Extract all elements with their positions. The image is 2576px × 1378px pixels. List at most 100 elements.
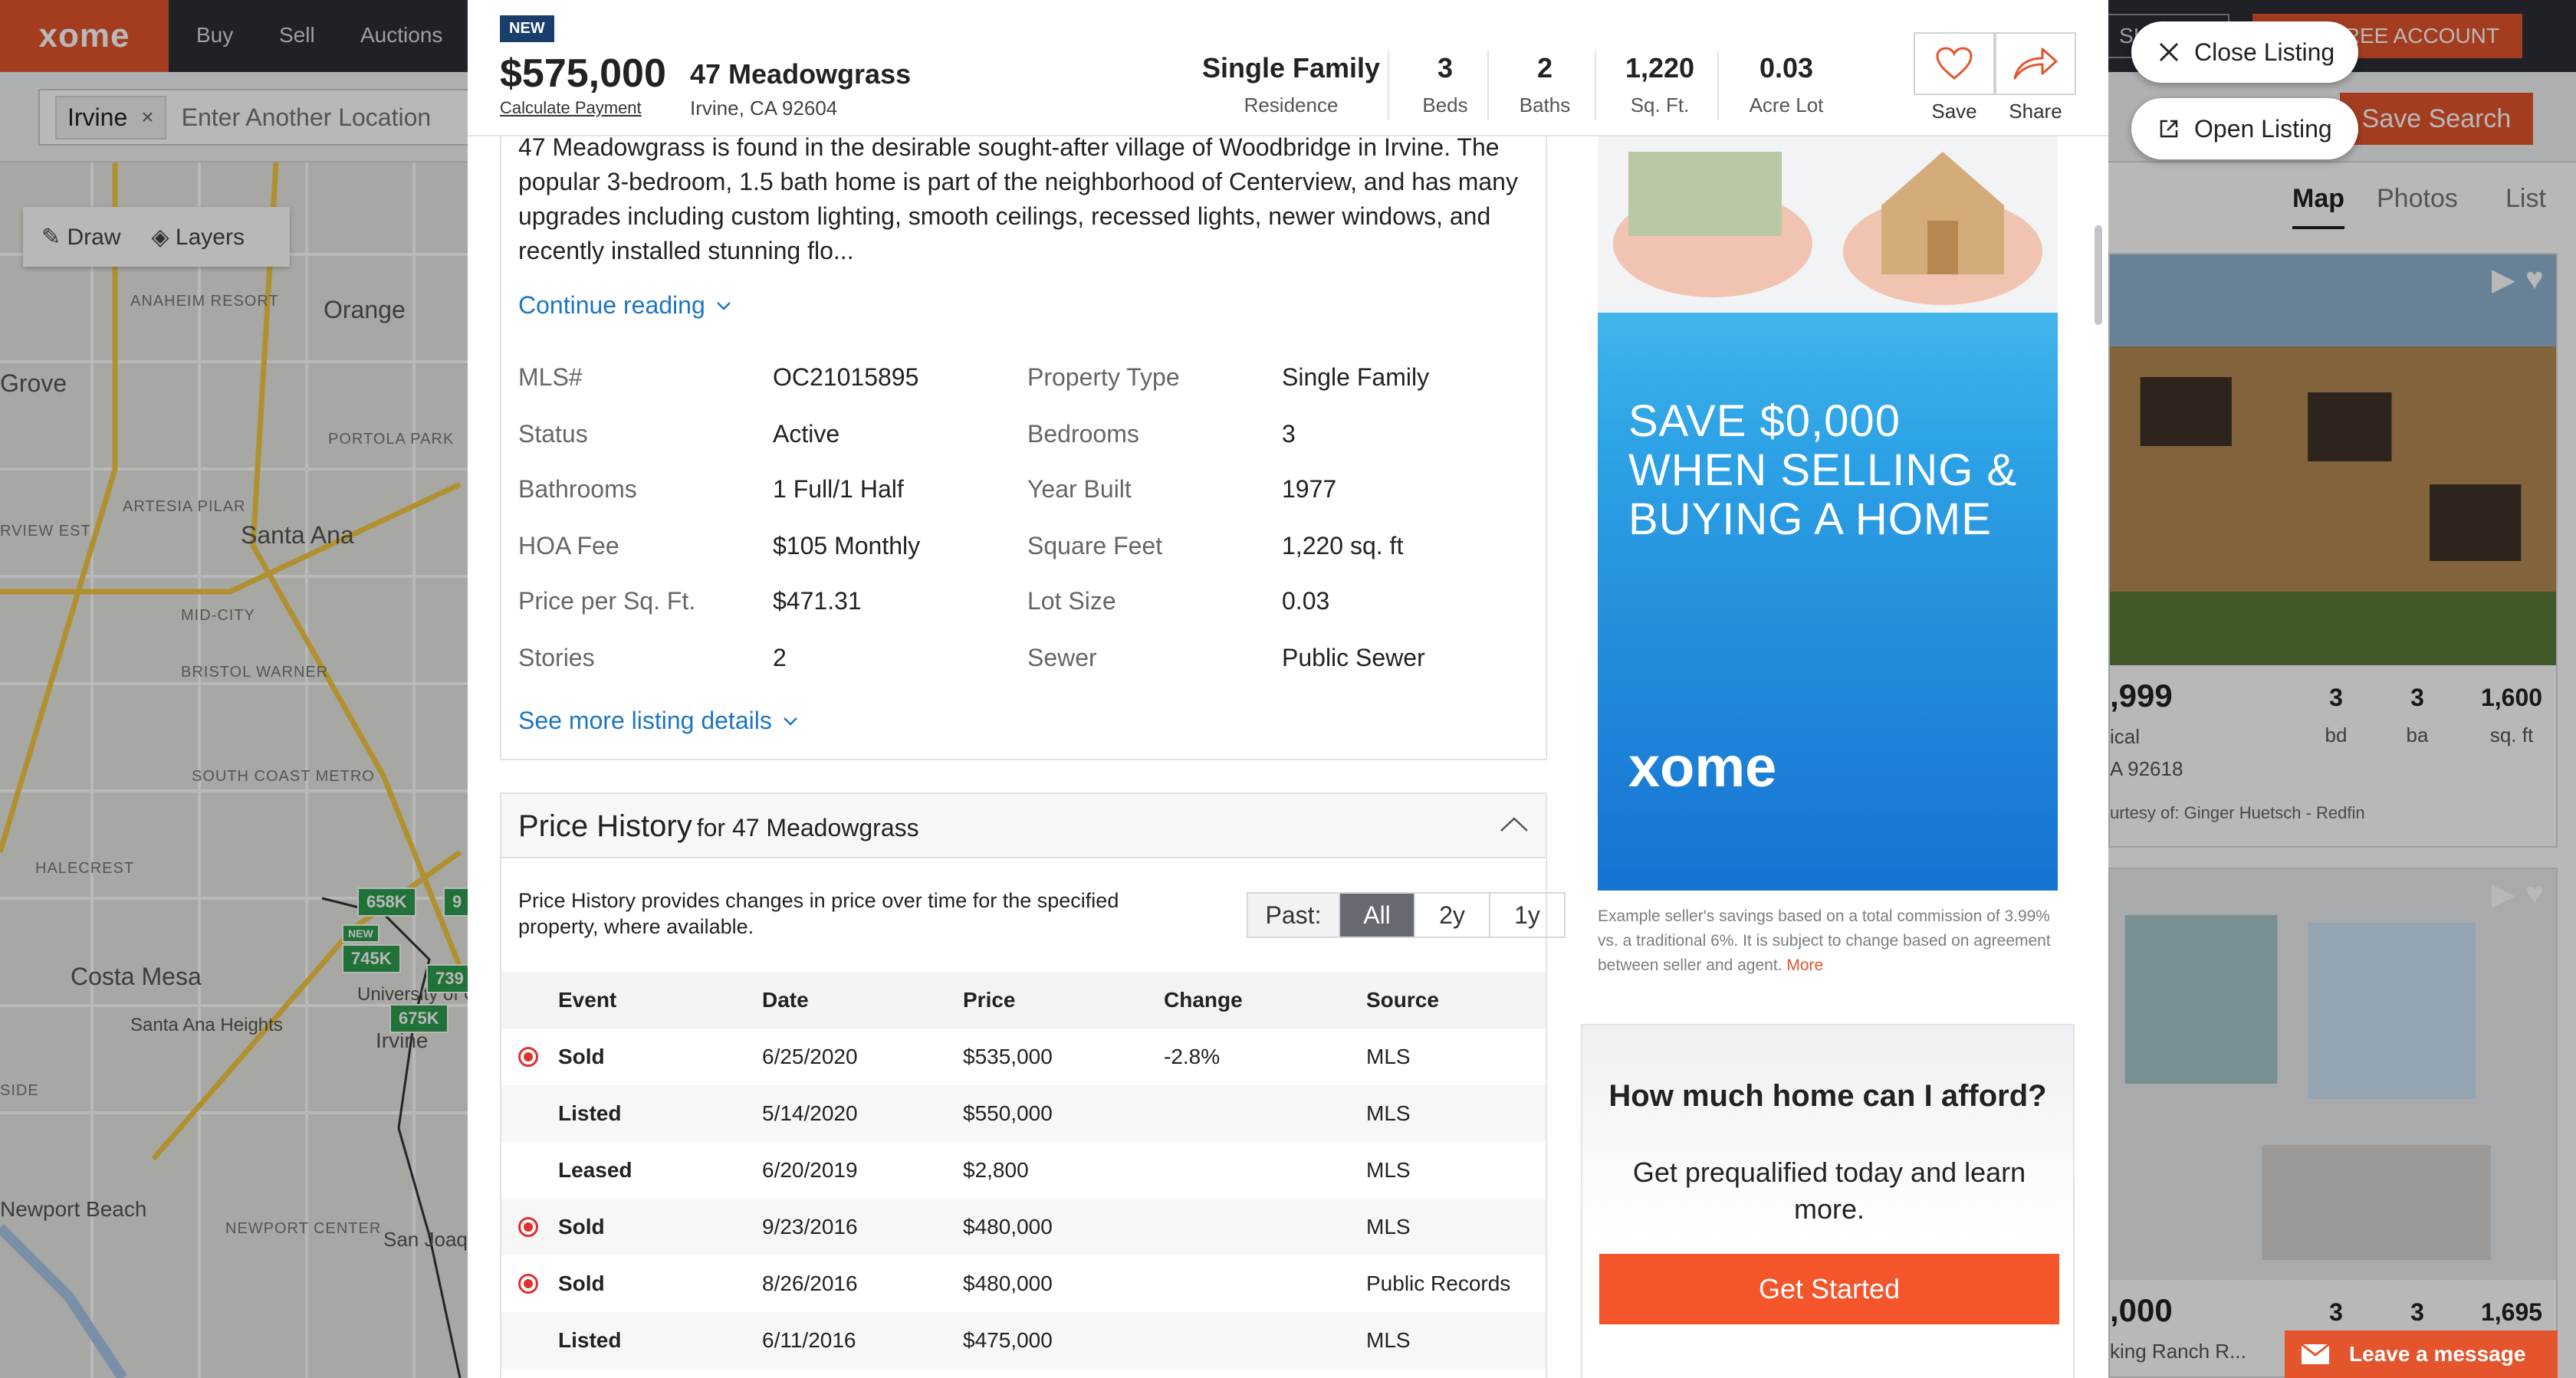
chevron-up-icon[interactable] <box>1500 815 1529 834</box>
close-listing-button[interactable]: Close Listing <box>2131 21 2358 83</box>
detail-label: MLS# <box>518 363 583 391</box>
detail-label: Sewer <box>1027 644 1097 671</box>
past-option-2y[interactable]: 2y <box>1414 894 1489 937</box>
stat-label: Residence <box>1244 94 1339 116</box>
stat-divider <box>1487 51 1489 120</box>
listing-header: NEW $575,000 Calculate Payment 47 Meadow… <box>468 0 2108 136</box>
price-history-header[interactable]: Price History for 47 Meadowgrass <box>501 794 1546 858</box>
price-cell: $535,000 <box>963 1045 1053 1068</box>
detail-value: Active <box>773 420 840 448</box>
date-cell: 6/11/2016 <box>762 1328 856 1352</box>
leave-message-label: Leave a message <box>2349 1342 2526 1366</box>
stat-baths: 2 Baths <box>1495 52 1595 117</box>
detail-label: Square Feet <box>1027 532 1163 559</box>
modal-scrollbar[interactable] <box>2093 136 2104 1378</box>
table-row: Sold 6/25/2020 $535,000 -2.8% MLS <box>501 1029 1546 1085</box>
listing-description: 47 Meadowgrass is found in the desirable… <box>518 133 1518 264</box>
listing-modal: 47 Meadowgrass is found in the desirable… <box>468 0 2108 1378</box>
ad-hands-image <box>1598 136 2058 313</box>
price-history-address: for 47 Meadowgrass <box>696 814 919 842</box>
event-cell: Listed <box>558 1328 622 1352</box>
stat-label: Sq. Ft. <box>1630 94 1690 116</box>
close-icon <box>2159 42 2179 62</box>
share-arrow-icon <box>2013 48 2058 80</box>
table-row: Sold 8/26/2016 $480,000 Public Records <box>501 1255 1546 1312</box>
column-header: Change <box>1164 988 1243 1012</box>
continue-reading-link[interactable]: Continue reading <box>518 291 731 320</box>
chevron-down-icon <box>783 717 797 726</box>
detail-label: Property Type <box>1027 363 1180 391</box>
stat-value: 1,220 <box>1625 52 1695 84</box>
calculate-payment-link[interactable]: Calculate Payment <box>500 98 642 118</box>
past-option-all[interactable]: All <box>1339 894 1414 937</box>
ad-headline: SAVE $0,000 WHEN SELLING & BUYING A HOME <box>1628 396 2018 544</box>
detail-value: 2 <box>773 644 787 671</box>
price-history-title: Price History for 47 Meadowgrass <box>518 809 919 844</box>
leave-message-button[interactable]: Leave a message <box>2285 1330 2558 1378</box>
open-listing-button[interactable]: Open Listing <box>2131 98 2358 159</box>
price-history-title-text: Price History <box>518 809 692 843</box>
affordability-body: Get prequalified today and learn more. <box>1632 1157 2026 1225</box>
column-header: Event <box>558 988 617 1012</box>
date-cell: 5/14/2020 <box>762 1101 858 1125</box>
price-history-section: Price History for 47 Meadowgrass Price Hi… <box>500 792 1566 1378</box>
scrollbar-thumb[interactable] <box>2095 225 2102 325</box>
source-cell: Public Records <box>1366 1271 1511 1295</box>
table-row: Leased 6/20/2019 $2,800 MLS <box>501 1142 1546 1199</box>
detail-value: 1 Full/1 Half <box>773 475 904 503</box>
affordability-card: How much home can I afford? Get prequali… <box>1581 1024 2075 1378</box>
stat-property-type: Single Family Residence <box>1199 52 1383 117</box>
detail-label: Bathrooms <box>518 475 637 503</box>
change-cell: -2.8% <box>1164 1045 1221 1068</box>
table-row: Listed 6/11/2016 $475,000 MLS <box>501 1312 1546 1369</box>
stat-divider <box>1717 51 1719 120</box>
mail-icon <box>2301 1343 2330 1364</box>
event-cell: Sold <box>558 1271 605 1295</box>
event-cell: Listed <box>558 1101 622 1125</box>
ad-footnote: Example seller's savings based on a tota… <box>1598 904 2058 978</box>
get-started-button[interactable]: Get Started <box>1599 1254 2059 1324</box>
price-cell: $480,000 <box>963 1271 1053 1295</box>
share-label: Share <box>2009 100 2062 123</box>
detail-label: Status <box>518 420 588 448</box>
detail-value: Single Family <box>1282 363 1430 391</box>
price-cell: $475,000 <box>963 1328 1053 1352</box>
stat-divider <box>1388 51 1389 120</box>
stat-value: 0.03 <box>1759 52 1814 84</box>
ad-more-link[interactable]: More <box>1786 956 1823 974</box>
ad-logo: xome <box>1628 735 1777 799</box>
source-cell: MLS <box>1366 1045 1411 1068</box>
stat-value: 3 <box>1437 52 1454 84</box>
column-header: Date <box>762 988 809 1012</box>
stat-label: Acre Lot <box>1749 94 1824 116</box>
stat-divider <box>1595 51 1596 120</box>
stat-value: Single Family <box>1201 52 1381 84</box>
past-option-1y[interactable]: 1y <box>1489 894 1564 937</box>
source-cell: MLS <box>1366 1158 1411 1182</box>
stat-beds: 3 Beds <box>1395 52 1495 117</box>
close-listing-label: Close Listing <box>2194 38 2335 66</box>
continue-reading-label: Continue reading <box>518 291 705 319</box>
see-more-details-link[interactable]: See more listing details <box>518 707 798 735</box>
sold-icon <box>518 1274 538 1294</box>
advertisement-banner[interactable]: SAVE $0,000 WHEN SELLING & BUYING A HOME… <box>1598 136 2058 891</box>
detail-label: Bedrooms <box>1027 420 1139 448</box>
source-cell: MLS <box>1366 1215 1411 1239</box>
date-cell: 6/20/2019 <box>762 1158 858 1182</box>
detail-value: $105 Monthly <box>773 532 921 559</box>
detail-value: Public Sewer <box>1282 644 1425 671</box>
open-listing-label: Open Listing <box>2194 114 2332 143</box>
column-header: Source <box>1366 988 1439 1012</box>
table-row: Listed 5/14/2020 $550,000 MLS <box>501 1085 1546 1142</box>
affordability-title: How much home can I afford? <box>1608 1079 2047 1113</box>
table-row: Sold 9/23/2016 $480,000 MLS <box>501 1199 1546 1255</box>
listing-city-state: Irvine, CA 92604 <box>690 97 838 120</box>
date-cell: 9/23/2016 <box>762 1215 858 1239</box>
share-listing-button[interactable] <box>1995 32 2076 95</box>
stat-label: Beds <box>1422 94 1468 116</box>
save-label: Save <box>1931 100 1977 123</box>
date-cell: 6/25/2020 <box>762 1045 858 1068</box>
column-header: Price <box>963 988 1016 1012</box>
save-listing-button[interactable] <box>1914 32 1995 95</box>
stat-lot: 0.03 Acre Lot <box>1725 52 1848 117</box>
